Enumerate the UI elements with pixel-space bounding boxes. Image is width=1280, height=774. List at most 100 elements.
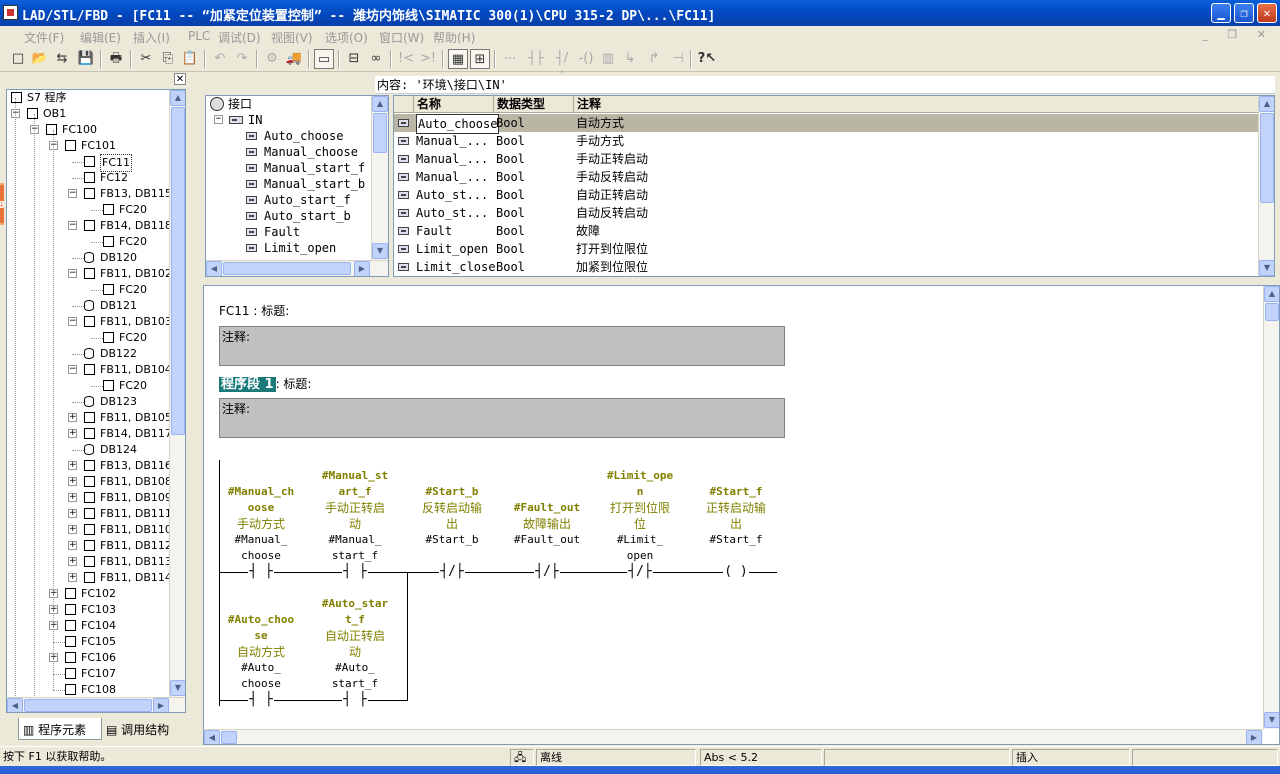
tree-item[interactable]: + FB14, DB117: [7, 426, 172, 442]
contact-operand[interactable]: #Start_f: [691, 532, 781, 548]
save-icon[interactable]: 💾: [76, 49, 96, 69]
tree-item[interactable]: DB123: [7, 394, 167, 410]
cell-comment[interactable]: 加紧到位限位: [576, 258, 648, 276]
contact-operand[interactable]: #Limit_ open: [595, 532, 685, 564]
tree-item[interactable]: + FB11, DB114: [7, 570, 172, 586]
accessible-nodes-icon[interactable]: ⇆: [52, 49, 72, 69]
scroll-up-icon[interactable]: ▲: [170, 90, 185, 106]
menu-debug[interactable]: 调试(D): [218, 29, 261, 46]
contact-symbol[interactable]: #Start_f: [691, 484, 781, 500]
cell-name[interactable]: Limit_open: [416, 240, 488, 258]
table-row[interactable]: Auto_st... Bool 自动反转启动: [394, 204, 1260, 222]
scroll-thumb[interactable]: [1265, 303, 1279, 321]
cell-type[interactable]: Bool: [496, 222, 525, 240]
cell-name[interactable]: Auto_st...: [416, 186, 488, 204]
cell-type[interactable]: Bool: [496, 114, 525, 132]
cell-type[interactable]: Bool: [496, 168, 525, 186]
contact-operand[interactable]: #Fault_out: [502, 532, 592, 548]
scroll-thumb[interactable]: [171, 107, 185, 435]
menu-options[interactable]: 选项(O): [325, 29, 368, 46]
expander-icon[interactable]: +: [68, 573, 77, 582]
col-type[interactable]: 数据类型: [494, 96, 574, 113]
cell-name[interactable]: Manual_...: [416, 132, 488, 150]
open-branch-icon[interactable]: ↳: [620, 49, 640, 69]
scroll-right-icon[interactable]: ▶: [1246, 730, 1262, 744]
tree-item[interactable]: − OB1: [7, 106, 167, 122]
next-error-icon[interactable]: >!: [418, 49, 438, 69]
empty-box-icon[interactable]: ▥: [598, 49, 618, 69]
network-comment[interactable]: 注释:: [219, 398, 785, 438]
tab-program-elements[interactable]: ▥ 程序元素: [18, 718, 102, 740]
tree-item[interactable]: − FB11, DB104: [7, 362, 172, 378]
cell-name[interactable]: Auto_st...: [416, 204, 488, 222]
scroll-thumb[interactable]: [373, 113, 387, 153]
tree-item[interactable]: DB124: [7, 442, 167, 458]
scroll-up-icon[interactable]: ▲: [1264, 286, 1279, 302]
cell-comment[interactable]: 手动正转启动: [576, 150, 648, 168]
menu-help[interactable]: 帮助(H): [433, 29, 475, 46]
contact-symbol[interactable]: #Limit_ope n: [595, 468, 685, 500]
table-row[interactable]: Manual_... Bool 手动方式: [394, 132, 1260, 150]
tree-item[interactable]: + FB11, DB105: [7, 410, 172, 426]
tree-hscroll[interactable]: ◀ ▶: [7, 697, 185, 712]
scroll-up-icon[interactable]: ▲: [372, 96, 388, 112]
table-row[interactable]: Manual_... Bool 手动反转启动: [394, 168, 1260, 186]
cell-name[interactable]: Limit_close: [416, 258, 495, 276]
contact[interactable]: ┤/├: [627, 565, 653, 579]
table-row[interactable]: Auto_st... Bool 自动正转启动: [394, 186, 1260, 204]
details-icon[interactable]: ⊞: [470, 49, 490, 69]
tree-item[interactable]: DB120: [7, 250, 167, 266]
tree-item[interactable]: FC12: [7, 170, 167, 186]
contact-operand[interactable]: #Auto_ choose: [216, 660, 306, 692]
cell-comment[interactable]: 故障: [576, 222, 600, 240]
network-header[interactable]: 程序段 1: 标题:: [219, 373, 311, 392]
table-row[interactable]: Limit_close Bool 加紧到位限位: [394, 258, 1260, 276]
close-button[interactable]: ✕: [1257, 3, 1277, 23]
iface-vscroll[interactable]: ▲ ▼: [371, 96, 388, 260]
tree-item[interactable]: FC105: [7, 634, 167, 650]
menu-window[interactable]: 窗口(W): [379, 29, 424, 46]
tree-item[interactable]: FC20: [7, 234, 167, 250]
cell-type[interactable]: Bool: [496, 240, 525, 258]
contact-operand[interactable]: #Manual_ choose: [216, 532, 306, 564]
expander-icon[interactable]: +: [68, 413, 77, 422]
cell-comment[interactable]: 手动反转启动: [576, 168, 648, 186]
cell-comment[interactable]: 自动方式: [576, 114, 624, 132]
tree-item[interactable]: + FB11, DB113: [7, 554, 172, 570]
tree-item[interactable]: + FC102: [7, 586, 167, 602]
expander-icon[interactable]: −: [68, 269, 77, 278]
contact[interactable]: ┤ ├: [342, 693, 368, 707]
table-vscroll[interactable]: ▲ ▼: [1258, 96, 1274, 276]
tree-item[interactable]: + FC104: [7, 618, 167, 634]
cell-name[interactable]: Manual_...: [416, 150, 488, 168]
tree-item[interactable]: FC11: [7, 154, 167, 172]
program-elements-icon[interactable]: ▦: [448, 49, 468, 69]
editor-vscroll[interactable]: ▲ ▼: [1263, 286, 1279, 729]
iface-hscroll[interactable]: ◀ ▶: [206, 260, 388, 276]
nc-contact-icon[interactable]: ┤/├: [552, 49, 572, 86]
contact-operand[interactable]: #Start_b: [407, 532, 497, 548]
tab-call-structure[interactable]: ▤ 调用结构: [102, 718, 182, 740]
menu-plc[interactable]: PLC: [188, 29, 210, 43]
expander-icon[interactable]: +: [68, 557, 77, 566]
tree-item[interactable]: + FB13, DB116: [7, 458, 172, 474]
scroll-down-icon[interactable]: ▼: [1264, 712, 1279, 728]
cell-name[interactable]: Manual_...: [416, 168, 488, 186]
overview-icon[interactable]: ▭: [314, 49, 334, 69]
cell-type[interactable]: Bool: [496, 186, 525, 204]
tree-item[interactable]: − FB13, DB115: [7, 186, 172, 202]
contact-symbol[interactable]: #Auto_choo se: [216, 612, 306, 644]
download-icon[interactable]: 🚚: [284, 49, 304, 69]
contact[interactable]: ┤/├: [439, 565, 465, 579]
mdi-controls[interactable]: _ ❐ ✕: [1202, 28, 1274, 41]
redo-icon[interactable]: ↷: [232, 49, 252, 69]
menu-insert[interactable]: 插入(I): [133, 29, 170, 46]
hscroll-thumb[interactable]: [223, 262, 351, 275]
expander-icon[interactable]: +: [68, 429, 77, 438]
expander-icon[interactable]: +: [68, 477, 77, 486]
cell-name[interactable]: Fault: [416, 222, 452, 240]
tree-item[interactable]: + FC103: [7, 602, 167, 618]
contact-symbol[interactable]: #Auto_star t_f: [310, 596, 400, 628]
col-name[interactable]: 名称: [414, 96, 494, 113]
tree-item[interactable]: − FB11, DB102: [7, 266, 172, 282]
